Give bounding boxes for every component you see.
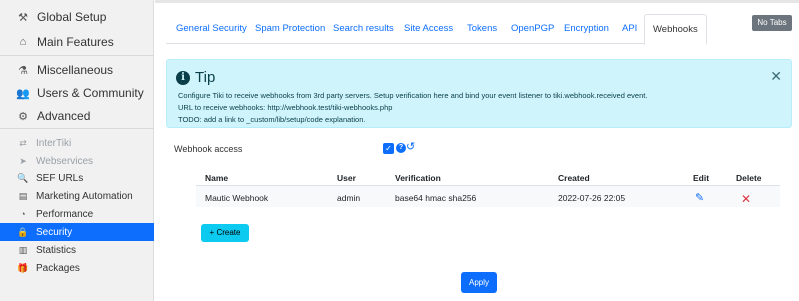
table-row	[196, 185, 780, 207]
apply-button[interactable]: Apply	[461, 272, 497, 293]
flask-icon: ⚗	[18, 64, 28, 77]
tip-text-line: URL to receive webhooks: http://webhook.…	[178, 103, 393, 112]
no-tabs-button[interactable]: No Tabs	[752, 15, 792, 31]
server-icon: ▤	[18, 190, 28, 201]
sidebar-item-label: Advanced	[37, 109, 91, 123]
sidebar-item-security[interactable]: 🔒 Security	[0, 223, 154, 241]
sidebar-item-label: InterTiki	[36, 137, 72, 149]
sidebar-item-webservices[interactable]: ➤ Webservices	[0, 152, 154, 170]
admin-sidebar: ⚒ Global Setup ⌂ Main Features ⚗ Miscell…	[0, 0, 154, 301]
column-header-name: Name	[205, 173, 229, 183]
tachometer-icon: ◔	[20, 209, 26, 219]
sidebar-item-packages[interactable]: 🎁 Packages	[0, 259, 154, 277]
info-icon: i	[176, 70, 190, 85]
column-header-delete: Delete	[736, 173, 762, 183]
bank-icon: ⌂	[19, 36, 27, 48]
tab-tokens[interactable]: Tokens	[467, 14, 497, 44]
webhook-access-checkbox[interactable]: ✓	[383, 143, 394, 154]
cell-name: Mautic Webhook	[205, 193, 269, 203]
tip-title: Tip	[195, 69, 216, 86]
sidebar-item-main-features[interactable]: ⌂ Main Features	[0, 30, 154, 54]
tab-general-security[interactable]: General Security	[176, 14, 247, 44]
sidebar-item-users-community[interactable]: 👥 Users & Community	[0, 81, 154, 105]
sidebar-item-label: Main Features	[37, 35, 114, 49]
column-header-verification: Verification	[395, 173, 441, 183]
cell-user: admin	[337, 193, 361, 203]
sidebar-divider	[0, 55, 154, 56]
column-header-edit: Edit	[693, 173, 710, 183]
magnify-icon: 🔍	[17, 172, 29, 183]
close-icon[interactable]: ✕	[770, 68, 782, 85]
exchange-icon: ⇄	[19, 137, 27, 148]
chart-icon: ▥	[18, 244, 28, 255]
tab-openpgp[interactable]: OpenPGP	[511, 14, 554, 44]
mouse-pointer-icon: ➤	[19, 155, 27, 166]
sidebar-item-label: Global Setup	[37, 10, 107, 24]
sidebar-item-label: Packages	[36, 262, 80, 274]
sidebar-item-label: Users & Community	[37, 86, 144, 100]
sidebar-item-label: Statistics	[36, 244, 77, 256]
tab-search-results[interactable]: Search results	[333, 14, 394, 44]
sidebar-item-label: Miscellaneous	[37, 63, 114, 77]
reset-icon[interactable]: ↺	[406, 140, 415, 153]
users-icon: 👥	[16, 87, 30, 100]
lock-icon: 🔒	[17, 226, 29, 237]
sidebar-item-marketing-automation[interactable]: ▤ Marketing Automation	[0, 187, 154, 205]
sidebar-item-label: Marketing Automation	[36, 190, 133, 202]
sidebar-item-performance[interactable]: ◔ Performance	[0, 205, 154, 223]
sidebar-item-advanced[interactable]: ⚙ Advanced	[0, 104, 154, 128]
tip-text-line: Configure Tiki to receive webhooks from …	[178, 91, 648, 100]
security-tabs: General Security Spam Protection Search …	[166, 14, 707, 45]
create-button[interactable]: + Create	[201, 224, 249, 242]
cogs-icon: ⚙	[18, 110, 28, 123]
sidebar-item-miscellaneous[interactable]: ⚗ Miscellaneous	[0, 58, 154, 82]
tip-alert: i Tip Configure Tiki to receive webhooks…	[166, 59, 792, 128]
tab-spam-protection[interactable]: Spam Protection	[255, 14, 325, 44]
sidebar-item-sef-urls[interactable]: 🔍 SEF URLs	[0, 169, 154, 187]
gift-icon: 🎁	[17, 262, 29, 273]
wrench-icon: ⚒	[18, 11, 28, 24]
webhook-access-label: Webhook access	[174, 144, 243, 154]
sidebar-item-global-setup[interactable]: ⚒ Global Setup	[0, 5, 154, 29]
sidebar-item-label: SEF URLs	[36, 172, 84, 184]
sidebar-item-label: Webservices	[36, 155, 94, 167]
edit-icon[interactable]: ✎	[695, 191, 704, 204]
cell-verification: base64 hmac sha256	[395, 193, 477, 203]
tip-header: i Tip	[176, 69, 215, 86]
column-header-user: User	[337, 173, 356, 183]
delete-icon[interactable]: ✕	[741, 192, 751, 206]
top-border	[155, 0, 799, 3]
sidebar-item-label: Security	[36, 226, 73, 238]
tab-webhooks[interactable]: Webhooks	[644, 14, 707, 45]
tab-api[interactable]: API	[622, 14, 637, 44]
tab-encryption[interactable]: Encryption	[564, 14, 609, 44]
sidebar-item-label: Performance	[36, 208, 94, 220]
cell-created: 2022-07-26 22:05	[558, 193, 626, 203]
tab-site-access[interactable]: Site Access	[404, 14, 453, 44]
sidebar-item-intertiki[interactable]: ⇄ InterTiki	[0, 134, 154, 152]
help-icon[interactable]: ?	[396, 143, 406, 153]
column-header-created: Created	[558, 173, 590, 183]
sidebar-item-statistics[interactable]: ▥ Statistics	[0, 241, 154, 259]
tip-text-line: TODO: add a link to _custom/lib/setup/co…	[178, 115, 366, 124]
sidebar-divider	[0, 128, 154, 129]
